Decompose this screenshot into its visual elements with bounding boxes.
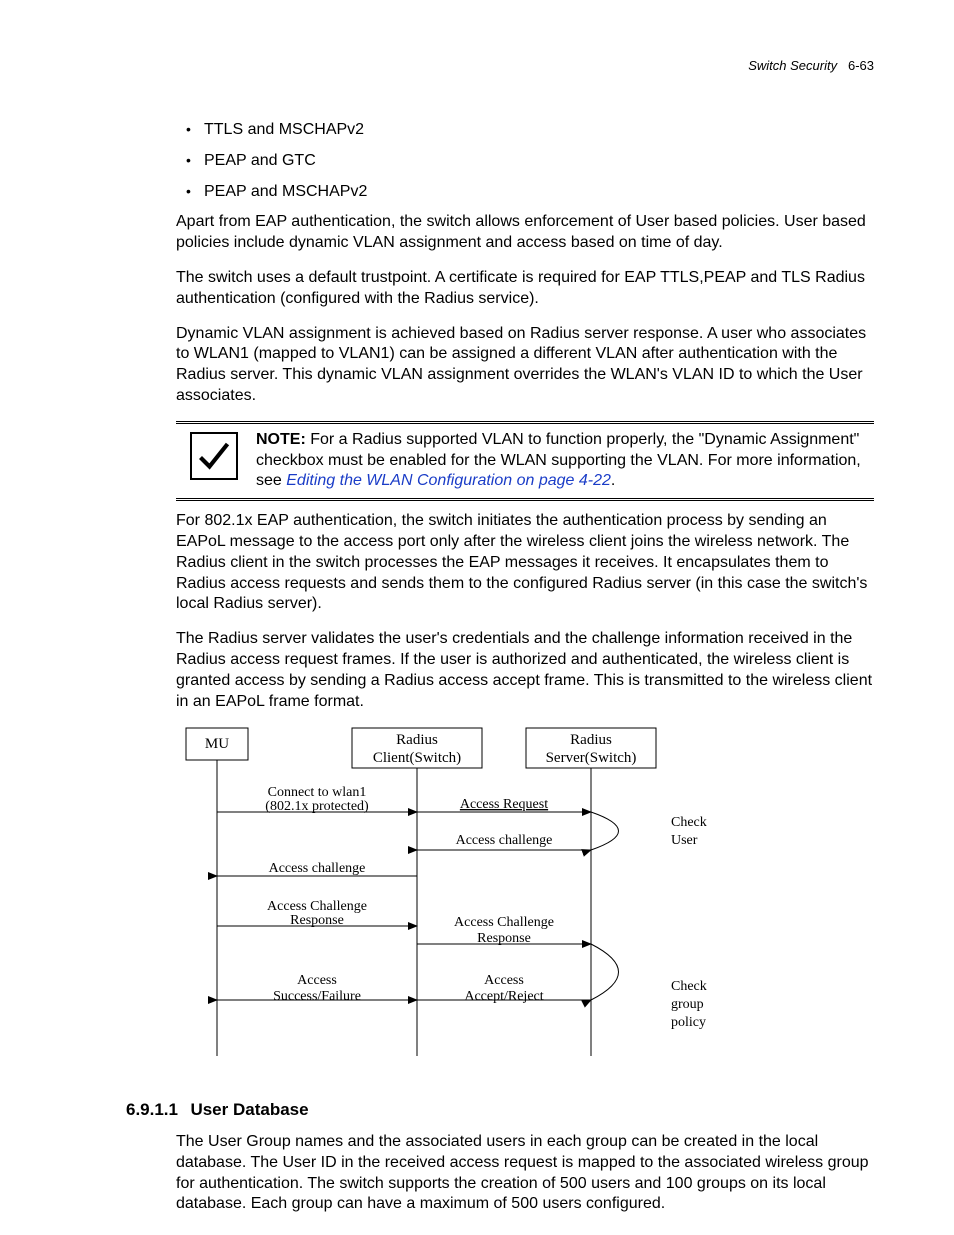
svg-text:Access Challenge: Access Challenge — [267, 899, 367, 914]
note-block: NOTE: For a Radius supported VLAN to fun… — [176, 421, 874, 501]
divider — [176, 423, 874, 424]
svg-text:Radius: Radius — [396, 732, 438, 748]
paragraph: Apart from EAP authentication, the switc… — [176, 212, 874, 254]
svg-text:Access Request: Access Request — [460, 797, 548, 812]
svg-text:Accept/Reject: Accept/Reject — [464, 989, 543, 1004]
svg-text:Success/Failure: Success/Failure — [273, 989, 361, 1004]
page-header: Switch Security 6-63 — [748, 58, 874, 75]
divider — [176, 498, 874, 499]
svg-text:Client(Switch): Client(Switch) — [373, 750, 461, 766]
main-content: TTLS and MSCHAPv2 PEAP and GTC PEAP and … — [176, 120, 874, 1229]
svg-text:Connect to wlan1: Connect to wlan1 — [268, 785, 367, 800]
svg-text:Access Challenge: Access Challenge — [454, 915, 554, 930]
svg-text:Access: Access — [297, 973, 337, 988]
page-number: 6-63 — [848, 58, 874, 73]
note-label: NOTE: — [256, 431, 306, 448]
paragraph: For 802.1x EAP authentication, the switc… — [176, 511, 874, 615]
diagram-box-mu: MU — [205, 736, 229, 752]
svg-text:Response: Response — [477, 931, 531, 946]
svg-text:User: User — [671, 833, 698, 848]
svg-text:Access challenge: Access challenge — [456, 833, 553, 848]
list-item: TTLS and MSCHAPv2 — [204, 120, 874, 141]
svg-text:Access challenge: Access challenge — [269, 861, 366, 876]
header-page-number — [841, 58, 848, 73]
svg-text:group: group — [671, 997, 704, 1012]
svg-text:Check: Check — [671, 815, 707, 830]
note-suffix: . — [611, 472, 615, 489]
svg-text:Server(Switch): Server(Switch) — [546, 750, 637, 766]
divider — [176, 500, 874, 501]
note-text: NOTE: For a Radius supported VLAN to fun… — [256, 430, 874, 492]
divider — [176, 421, 874, 422]
svg-text:(802.1x protected): (802.1x protected) — [265, 799, 369, 814]
svg-text:Response: Response — [290, 913, 344, 928]
header-section-title: Switch Security — [748, 58, 837, 73]
list-item: PEAP and MSCHAPv2 — [204, 182, 874, 203]
svg-text:Access: Access — [484, 973, 524, 988]
section-number: 6.9.1.1 — [126, 1100, 178, 1119]
paragraph: The switch uses a default trustpoint. A … — [176, 268, 874, 310]
section-title: User Database — [190, 1100, 308, 1119]
list-item: PEAP and GTC — [204, 151, 874, 172]
checkmark-icon — [190, 432, 238, 480]
paragraph: The User Group names and the associated … — [176, 1132, 874, 1215]
sequence-diagram: MU Radius Client(Switch) Radius Server(S… — [176, 726, 736, 1073]
svg-text:Check: Check — [671, 979, 707, 994]
section-heading: 6.9.1.1 User Database — [126, 1099, 874, 1122]
svg-text:Radius: Radius — [570, 732, 612, 748]
bullet-list: TTLS and MSCHAPv2 PEAP and GTC PEAP and … — [176, 120, 874, 202]
paragraph: The Radius server validates the user's c… — [176, 629, 874, 712]
paragraph: Dynamic VLAN assignment is achieved base… — [176, 324, 874, 407]
cross-reference-link[interactable]: Editing the WLAN Configuration on page 4… — [286, 472, 611, 489]
svg-text:policy: policy — [671, 1015, 706, 1030]
